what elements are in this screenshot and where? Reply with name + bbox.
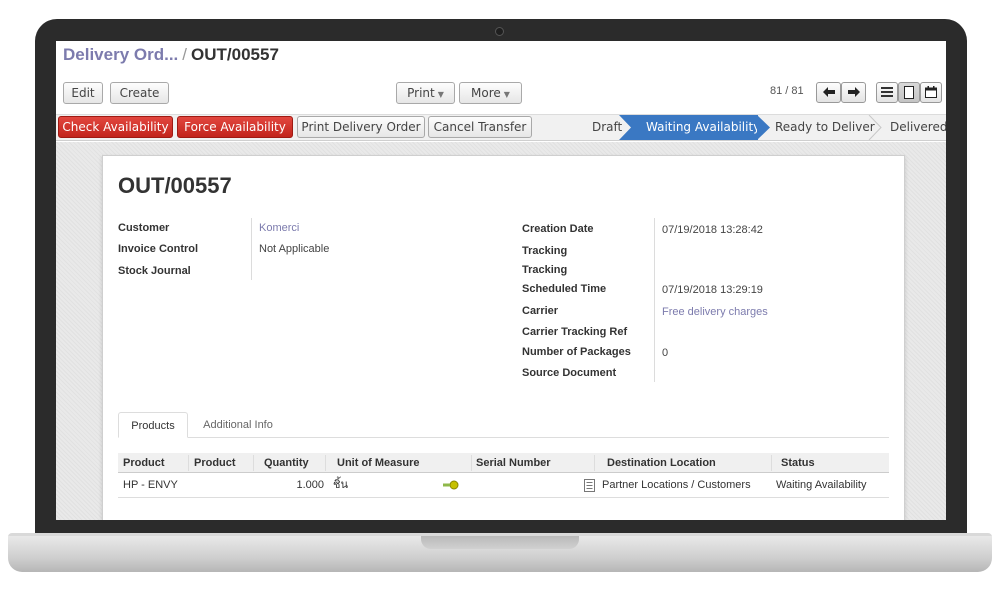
breadcrumb-separator: / — [182, 45, 188, 64]
stage-waiting-availability[interactable]: Waiting Availability — [632, 115, 760, 140]
invoice-control-value: Not Applicable — [259, 243, 330, 255]
column-header-quantity[interactable]: Quantity — [259, 453, 309, 473]
breadcrumb-parent-link[interactable]: Delivery Ord... — [63, 45, 178, 64]
carrier-tracking-ref-label: Carrier Tracking Ref — [522, 326, 628, 338]
creation-date-label: Creation Date — [522, 223, 594, 235]
camera-icon — [495, 27, 504, 36]
breadcrumb: Delivery Ord... / OUT/00557 — [63, 45, 279, 65]
creation-date-value: 07/19/2018 13:28:42 — [662, 224, 763, 236]
column-header-product[interactable]: Product — [118, 453, 165, 473]
stage-separator-chevron — [868, 115, 882, 140]
arrow-left-icon — [822, 87, 835, 97]
more-button-label: More — [471, 86, 501, 100]
number-of-packages-label: Number of Packages — [522, 346, 631, 358]
list-view-icon — [881, 87, 893, 97]
scheduled-time-label: Scheduled Time — [522, 283, 607, 295]
source-document-label: Source Document — [522, 367, 617, 379]
column-divider — [325, 455, 326, 471]
create-button[interactable]: Create — [110, 82, 169, 104]
list-view-button[interactable] — [876, 82, 898, 103]
calendar-view-icon — [925, 86, 937, 98]
column-header-status[interactable]: Status — [776, 453, 815, 473]
tracking-label: Tracking — [522, 245, 568, 257]
edit-button[interactable]: Edit — [63, 82, 103, 104]
stage-active-arrow — [757, 115, 770, 140]
print-delivery-order-button[interactable]: Print Delivery Order — [297, 116, 425, 138]
cancel-transfer-button[interactable]: Cancel Transfer — [428, 116, 532, 138]
cell-destination-location[interactable]: Partner Locations / Customers — [602, 475, 751, 495]
tab-additional-info[interactable]: Additional Info — [196, 412, 280, 438]
column-header-product-2[interactable]: Product — [189, 453, 236, 473]
arrow-right-icon — [847, 87, 860, 97]
check-availability-button[interactable]: Check Availability — [58, 116, 173, 138]
right-group-divider — [654, 218, 655, 382]
print-button-label: Print — [407, 86, 435, 100]
column-header-serial-number[interactable]: Serial Number — [471, 453, 551, 473]
cell-unit-of-measure[interactable]: ชิ้น — [333, 475, 348, 495]
cell-product[interactable]: HP - ENVY — [123, 475, 178, 495]
stage-draft[interactable]: Draft — [592, 115, 622, 140]
app-screen: Delivery Ord... / OUT/00557 Edit Create Pr… — [56, 41, 946, 520]
form-view-icon — [904, 86, 914, 99]
print-button[interactable]: Print ▼ — [396, 82, 455, 104]
calendar-view-button[interactable] — [920, 82, 942, 103]
previous-record-button[interactable] — [816, 82, 841, 103]
notes-icon[interactable] — [584, 479, 595, 492]
carrier-link[interactable]: Free delivery charges — [662, 306, 768, 318]
scheduled-time-value: 07/19/2018 13:29:19 — [662, 284, 763, 296]
column-header-unit-of-measure[interactable]: Unit of Measure — [332, 453, 420, 473]
next-record-button[interactable] — [841, 82, 866, 103]
cell-status[interactable]: Waiting Availability — [776, 475, 867, 495]
tab-products[interactable]: Products — [118, 412, 188, 438]
caret-down-icon: ▼ — [437, 90, 444, 99]
laptop-notch — [421, 536, 579, 549]
force-availability-button[interactable]: Force Availability — [177, 116, 293, 138]
column-divider — [253, 455, 254, 471]
stage-ready-to-deliver[interactable]: Ready to Deliver — [775, 115, 875, 140]
column-header-destination-location[interactable]: Destination Location — [602, 453, 716, 473]
column-divider — [771, 455, 772, 471]
table-row-divider — [118, 497, 889, 498]
customer-label: Customer — [118, 222, 170, 234]
invoice-control-label: Invoice Control — [118, 243, 199, 255]
record-title: OUT/00557 — [118, 173, 232, 198]
more-button[interactable]: More ▼ — [459, 82, 522, 104]
left-group-divider — [251, 218, 252, 280]
breadcrumb-current: OUT/00557 — [191, 45, 279, 64]
tracking-label-2: Tracking — [522, 264, 568, 276]
number-of-packages-value: 0 — [662, 347, 669, 359]
search-more-icon[interactable] — [443, 480, 459, 490]
stage-delivered[interactable]: Delivered — [890, 115, 946, 140]
stage-left-chevron — [619, 115, 633, 140]
column-divider — [594, 455, 595, 471]
pager-counter: 81 / 81 — [770, 85, 804, 97]
cell-quantity[interactable]: 1.000 — [259, 475, 324, 495]
form-view-button[interactable] — [898, 82, 920, 103]
stock-journal-label: Stock Journal — [118, 265, 191, 277]
customer-link[interactable]: Komerci — [259, 222, 299, 234]
caret-down-icon: ▼ — [503, 90, 510, 99]
carrier-label: Carrier — [522, 305, 559, 317]
